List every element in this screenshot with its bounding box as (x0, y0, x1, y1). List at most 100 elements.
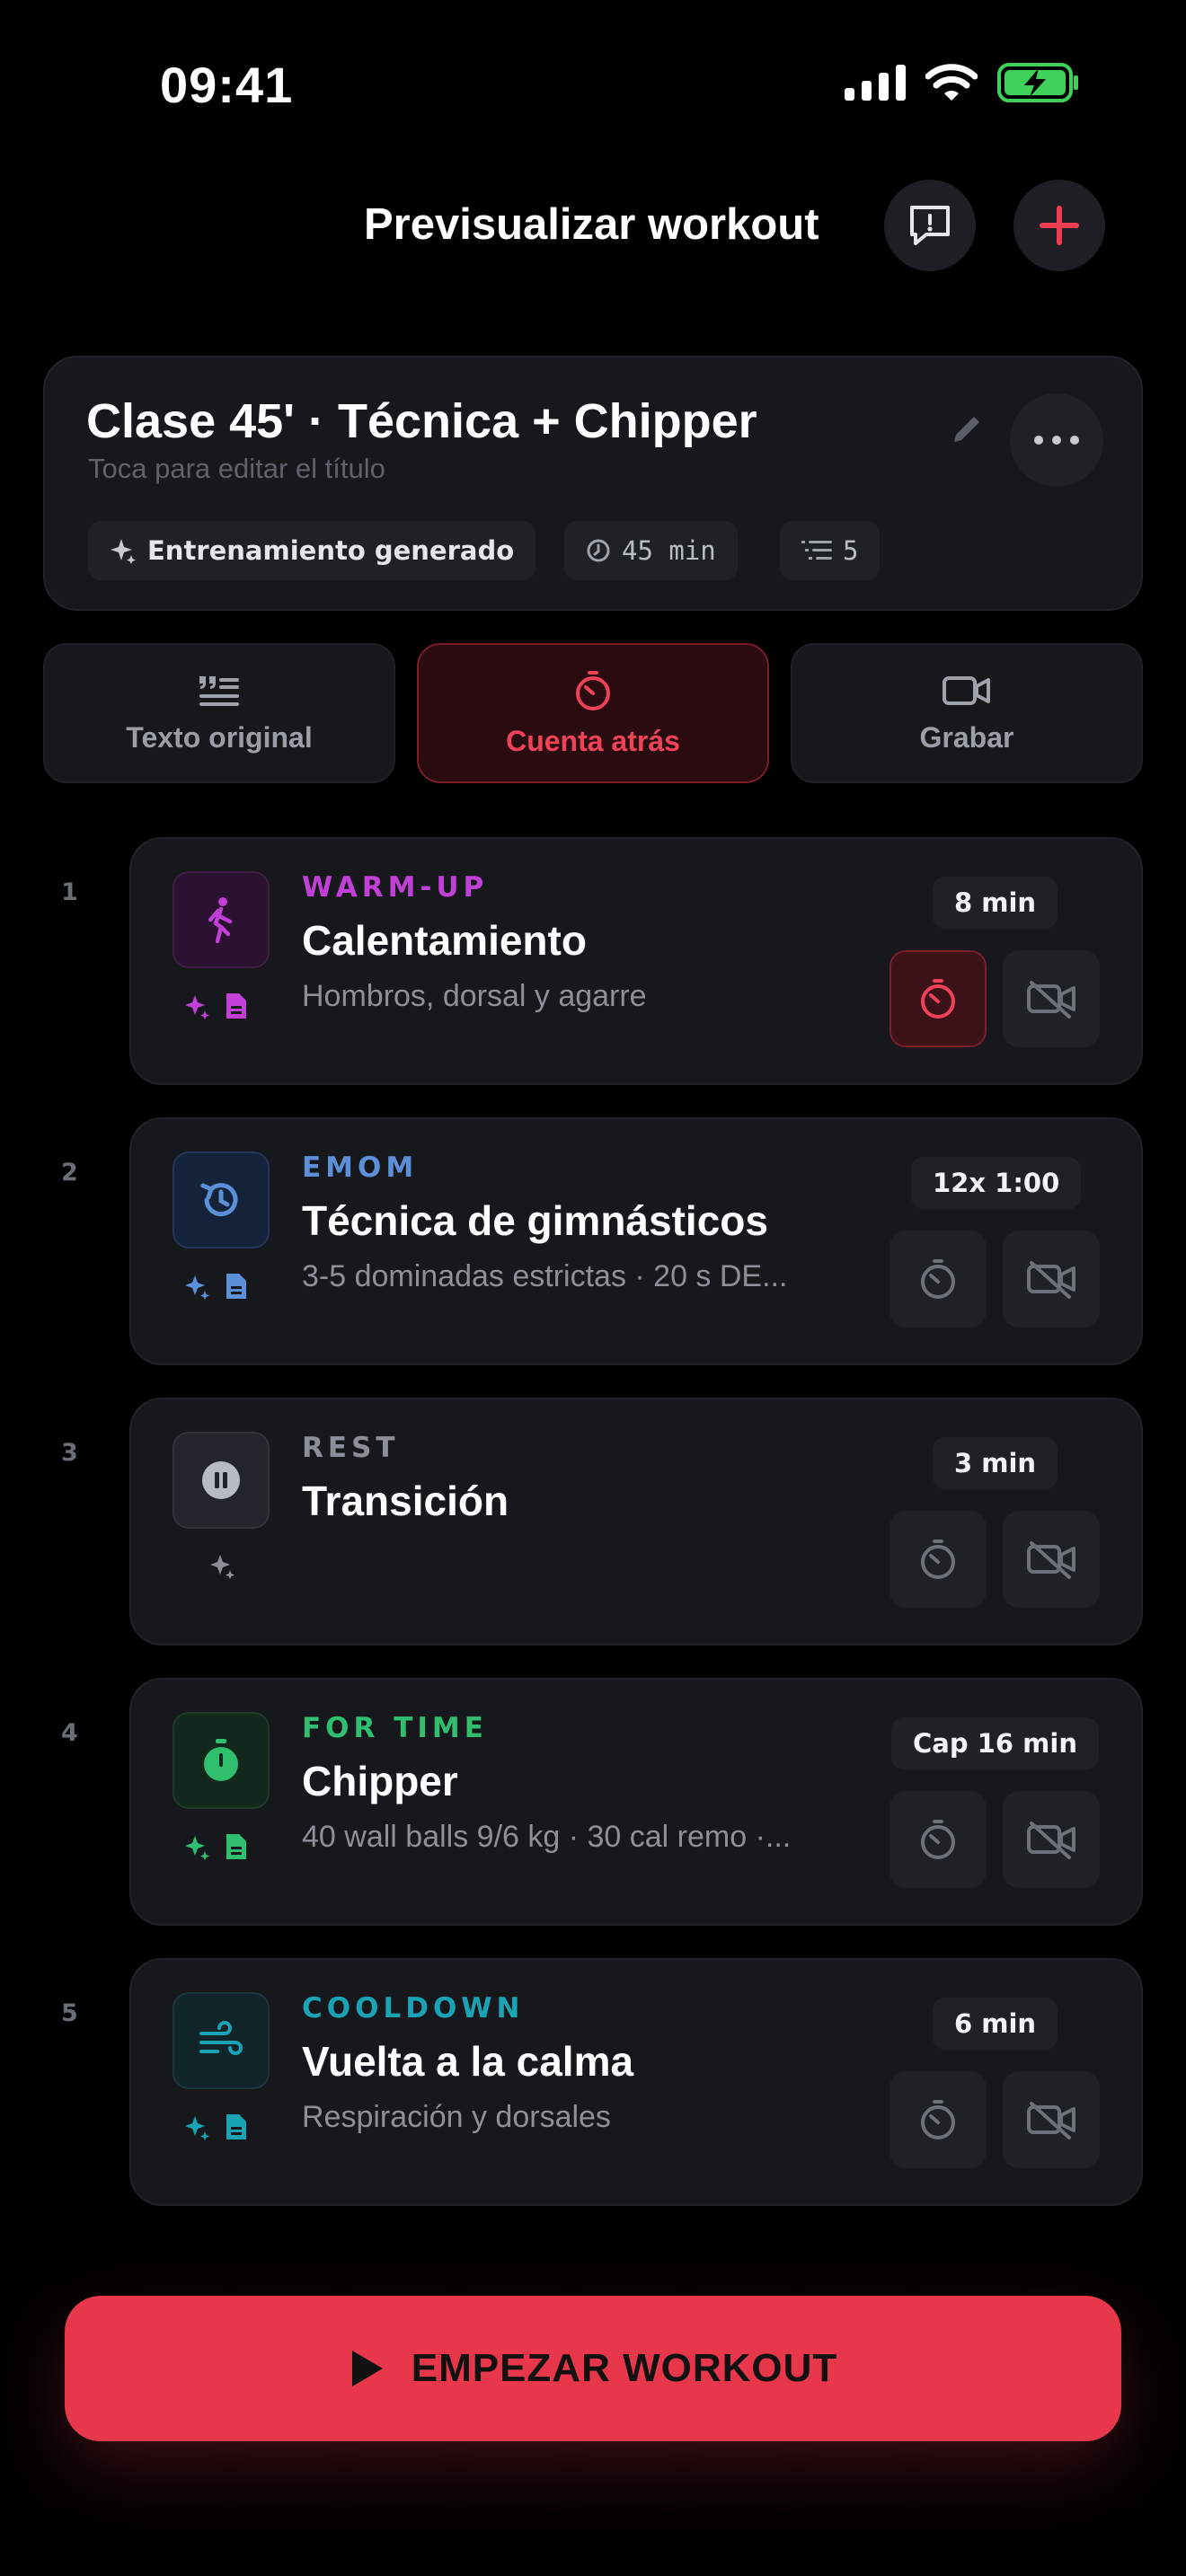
sparkle-icon (185, 1836, 209, 1860)
generated-chip-label: Entrenamiento generado (147, 535, 515, 566)
block-video-off-button[interactable] (1003, 950, 1100, 1047)
battery-charging-icon (997, 63, 1078, 102)
document-icon (226, 993, 246, 1019)
block-timer-button[interactable] (890, 1511, 987, 1608)
blocks-count-label: 5 (843, 535, 859, 566)
block-video-off-button[interactable] (1003, 2071, 1100, 2168)
signal-icon (845, 65, 906, 101)
workout-block[interactable]: REST Transición 3 min (129, 1398, 1143, 1645)
block-description: 40 wall balls 9/6 kg · 30 cal remo ·... (302, 1820, 792, 1854)
pause-icon (202, 1461, 240, 1499)
workout-subtitle: Toca para editar el título (88, 453, 385, 484)
blocks-count-chip: 5 (780, 521, 881, 580)
quote-text-icon (199, 675, 239, 706)
document-icon (226, 2114, 246, 2139)
block-index: 4 (61, 1719, 78, 1747)
wifi-icon (925, 64, 978, 101)
video-off-icon (1027, 2102, 1075, 2139)
header: Previsualizar workout (0, 178, 1186, 277)
workout-block[interactable]: COOLDOWN Vuelta a la calma Respiración y… (129, 1958, 1143, 2206)
more-options-button[interactable] (1010, 393, 1103, 487)
block-timer-button[interactable] (890, 1791, 987, 1888)
block-duration: Cap 16 min (891, 1717, 1099, 1769)
start-workout-button[interactable]: EMPEZAR WORKOUT (65, 2296, 1121, 2441)
block-type: WARM-UP (302, 871, 489, 904)
block-badges (183, 2113, 248, 2141)
timer-icon (576, 670, 610, 710)
sparkle-icon (185, 2116, 209, 2140)
pencil-icon[interactable] (947, 410, 987, 449)
start-workout-label: EMPEZAR WORKOUT (411, 2346, 838, 2390)
block-type-icon-box (173, 1992, 270, 2089)
wind-icon (199, 2021, 243, 2055)
block-video-off-button[interactable] (1003, 1231, 1100, 1328)
block-description: 3-5 dominadas estrictas · 20 s DE... (302, 1259, 788, 1293)
sparkle-icon (185, 995, 209, 1019)
timer-icon (921, 1259, 955, 1299)
duration-chip-label: 45 min (622, 535, 716, 566)
block-video-off-button[interactable] (1003, 1511, 1100, 1608)
block-type-icon-box (173, 1712, 270, 1809)
block-name: Vuelta a la calma (302, 2038, 634, 2085)
mode-countdown[interactable]: Cuenta atrás (417, 643, 769, 783)
block-index: 3 (61, 1439, 78, 1467)
workout-block[interactable]: FOR TIME Chipper 40 wall balls 9/6 kg · … (129, 1678, 1143, 1926)
plus-icon (1040, 206, 1079, 245)
block-timer-button[interactable] (890, 1231, 987, 1328)
page-title: Previsualizar workout (364, 200, 819, 249)
mode-countdown-label: Cuenta atrás (506, 724, 680, 757)
timer-icon (921, 1539, 955, 1579)
block-type-icon-box (173, 871, 270, 968)
block-duration: 3 min (933, 1437, 1058, 1489)
block-badges (183, 1272, 248, 1301)
workout-summary-card: Clase 45' · Técnica + Chipper Toca para … (43, 356, 1143, 611)
mode-original-text[interactable]: Texto original (43, 643, 395, 783)
sparkle-icon (185, 1275, 209, 1300)
block-name: Técnica de gimnásticos (302, 1197, 768, 1244)
block-badges (183, 992, 248, 1020)
block-type: EMOM (302, 1151, 419, 1184)
block-name: Calentamiento (302, 917, 587, 964)
add-button[interactable] (1013, 180, 1105, 271)
document-icon (226, 1834, 246, 1859)
walking-icon (208, 897, 233, 943)
play-icon (351, 2351, 383, 2386)
block-duration: 8 min (933, 877, 1058, 929)
sparkle-icon (111, 539, 136, 564)
block-description: Respiración y dorsales (302, 2100, 611, 2134)
block-name: Chipper (302, 1758, 458, 1804)
video-off-icon (1027, 1822, 1075, 1859)
block-index: 5 (61, 1999, 78, 2027)
workout-block[interactable]: EMOM Técnica de gimnásticos 3-5 dominada… (129, 1117, 1143, 1365)
block-type-icon-box (173, 1432, 270, 1529)
document-icon (226, 1274, 246, 1299)
block-timer-button[interactable] (890, 950, 987, 1047)
block-type: FOR TIME (302, 1712, 488, 1744)
block-badges (183, 1552, 235, 1579)
feedback-button[interactable] (884, 180, 976, 271)
block-name: Transición (302, 1478, 509, 1524)
workout-block[interactable]: WARM-UP Calentamiento Hombros, dorsal y … (129, 837, 1143, 1085)
block-type: COOLDOWN (302, 1992, 525, 2025)
mode-original-text-label: Texto original (126, 720, 313, 754)
block-description: Hombros, dorsal y agarre (302, 979, 647, 1013)
block-index: 1 (61, 878, 78, 906)
timer-icon (921, 979, 955, 1019)
workout-title[interactable]: Clase 45' · Técnica + Chipper (86, 393, 757, 449)
block-duration: 6 min (933, 1998, 1058, 2050)
status-time: 09:41 (160, 57, 294, 113)
timer-icon (921, 2100, 955, 2139)
status-icons (845, 63, 1080, 102)
block-timer-button[interactable] (890, 2071, 987, 2168)
feedback-icon (910, 206, 950, 245)
block-video-off-button[interactable] (1003, 1791, 1100, 1888)
list-icon (801, 541, 832, 560)
video-off-icon (1027, 981, 1075, 1019)
video-camera-icon (943, 675, 990, 705)
sparkle-icon (210, 1555, 235, 1579)
block-type: REST (302, 1432, 400, 1464)
mode-record-label: Grabar (919, 720, 1014, 754)
more-icon (1034, 436, 1079, 445)
mode-record[interactable]: Grabar (791, 643, 1143, 783)
block-badges (183, 1832, 248, 1861)
